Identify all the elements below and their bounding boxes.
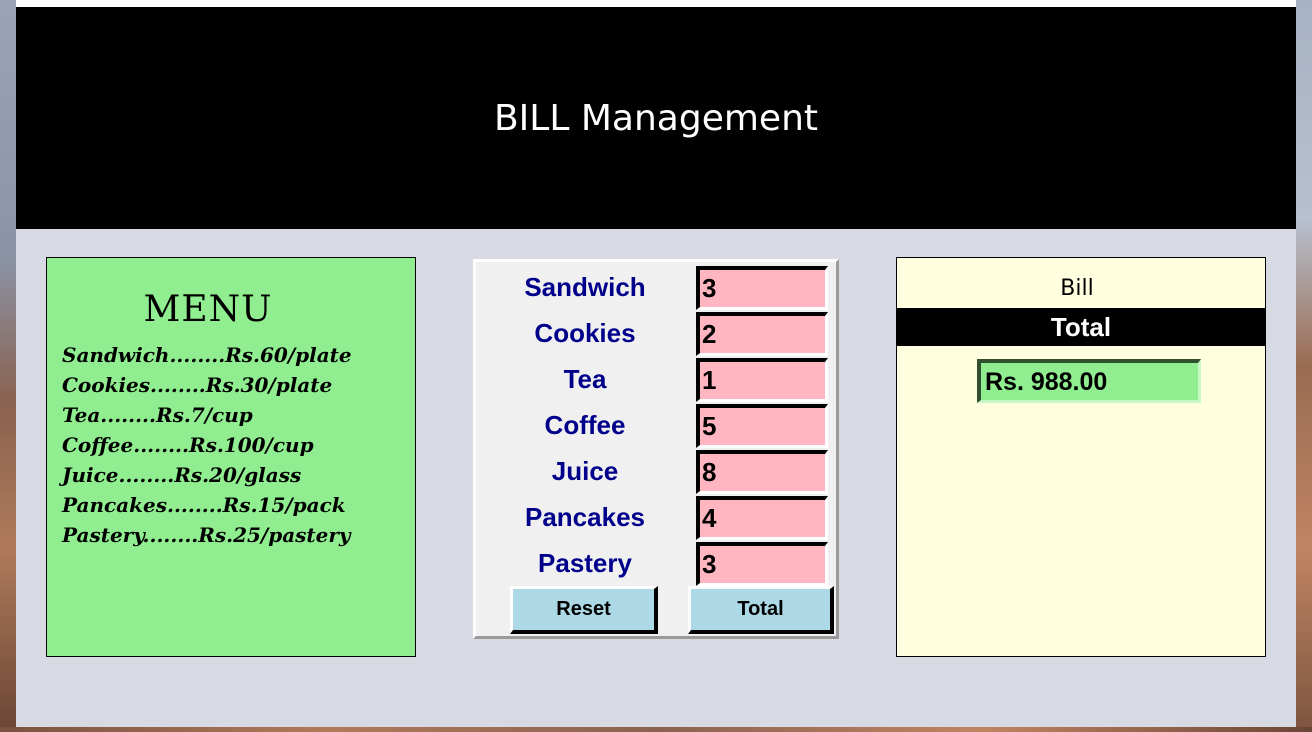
menu-item-pancakes: Pancakes........Rs.15/pack [62, 493, 346, 517]
tea-qty-input[interactable] [696, 358, 828, 402]
order-row-pastery: Pastery [476, 540, 836, 586]
cookies-qty-input[interactable] [696, 312, 828, 356]
app-title: BILL Management [493, 98, 819, 139]
desktop-background-left [0, 0, 16, 732]
order-row-tea: Tea [476, 356, 836, 402]
menu-panel: MENU Sandwich........Rs.60/plate Cookies… [46, 257, 416, 657]
pastery-label: Pastery [538, 548, 632, 578]
order-panel: Sandwich Cookies Tea Coffee Juice Pancak… [473, 259, 839, 639]
juice-label: Juice [551, 456, 619, 486]
order-row-coffee: Coffee [476, 402, 836, 448]
menu-item-pastery: Pastery........Rs.25/pastery [62, 523, 351, 547]
order-row-sandwich: Sandwich [476, 264, 836, 310]
coffee-label: Coffee [544, 410, 626, 440]
sandwich-qty-input[interactable] [696, 266, 828, 310]
order-row-pancakes: Pancakes [476, 494, 836, 540]
bill-title: Bill [1060, 276, 1094, 301]
bill-amount-display: Rs. 988.00 [977, 359, 1201, 403]
menu-title: MENU [143, 289, 273, 330]
bill-total-header: Total [897, 308, 1265, 346]
menu-item-cookies: Cookies........Rs.30/plate [62, 373, 333, 397]
juice-qty-input[interactable] [696, 450, 828, 494]
order-row-juice: Juice [476, 448, 836, 494]
bill-panel: Bill Total Rs. 988.00 [896, 257, 1266, 657]
pastery-qty-input[interactable] [696, 542, 828, 586]
sandwich-label: Sandwich [524, 272, 646, 302]
pancakes-qty-input[interactable] [696, 496, 828, 540]
menu-item-tea: Tea........Rs.7/cup [62, 403, 253, 427]
total-button[interactable]: Total [688, 586, 834, 634]
menu-item-juice: Juice........Rs.20/glass [62, 463, 302, 487]
menu-item-sandwich: Sandwich........Rs.60/plate [62, 343, 352, 367]
window-top-edge [16, 0, 1296, 7]
tea-label: Tea [563, 364, 607, 394]
order-row-cookies: Cookies [476, 310, 836, 356]
desktop-background-right [1296, 0, 1312, 732]
app-window: BILL Management MENU Sandwich........Rs.… [16, 0, 1296, 727]
desktop-background-bottom [0, 727, 1312, 732]
cookies-label: Cookies [534, 318, 636, 348]
menu-item-coffee: Coffee........Rs.100/cup [62, 433, 314, 457]
reset-button[interactable]: Reset [510, 586, 658, 634]
menu-list: Sandwich........Rs.60/plate Cookies.....… [62, 340, 352, 550]
coffee-qty-input[interactable] [696, 404, 828, 448]
header-banner: BILL Management [16, 7, 1296, 229]
pancakes-label: Pancakes [525, 502, 645, 532]
